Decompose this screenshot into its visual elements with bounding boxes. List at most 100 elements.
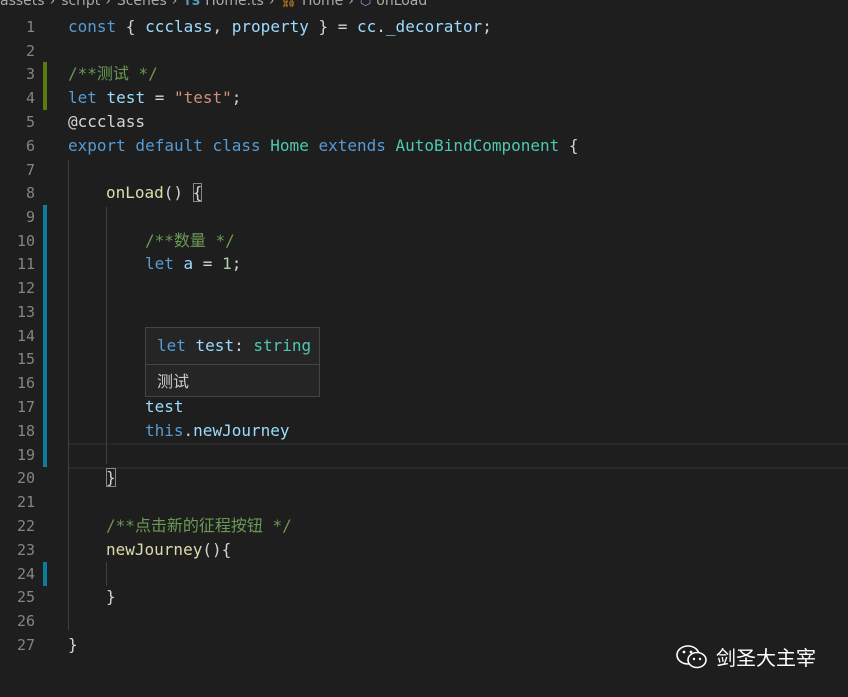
breadcrumb-item-class[interactable]: Home — [302, 0, 343, 9]
code-line[interactable]: 3 /**测试 */ — [0, 62, 848, 86]
wechat-watermark: 剑圣大主宰 — [676, 642, 816, 671]
code-line[interactable]: 4 let test = "test"; — [0, 86, 848, 110]
git-modified-marker[interactable] — [43, 300, 47, 324]
code-line[interactable]: 23 newJourney(){ — [0, 538, 848, 562]
code-line[interactable]: 7 — [0, 158, 848, 182]
code-line[interactable]: 25 } — [0, 585, 848, 609]
line-number: 20 — [16, 469, 35, 487]
code-line[interactable]: 9 — [0, 205, 848, 229]
code-line[interactable]: 2 — [0, 39, 848, 63]
git-modified-marker[interactable] — [43, 276, 47, 300]
git-modified-marker[interactable] — [43, 562, 47, 586]
git-modified-marker[interactable] — [43, 371, 47, 395]
code-line[interactable]: 20 } — [0, 466, 848, 490]
code-line[interactable]: 13 — [0, 300, 848, 324]
line-number: 23 — [16, 541, 35, 559]
code-line[interactable]: 6 export default class Home extends Auto… — [0, 134, 848, 158]
code-text[interactable]: @ccclass — [68, 110, 145, 134]
line-number: 1 — [25, 18, 35, 36]
chevron-right-icon: › — [348, 0, 354, 9]
code-text[interactable]: newJourney(){ — [106, 538, 231, 562]
code-text[interactable]: this.newJourney — [145, 419, 290, 443]
chevron-right-icon: › — [49, 0, 56, 9]
git-modified-marker[interactable] — [43, 419, 47, 443]
code-line[interactable]: 1 const { ccclass, property } = cc._deco… — [0, 15, 848, 39]
breadcrumb-item-scenes[interactable]: Scenes — [117, 0, 167, 9]
line-number: 9 — [25, 208, 35, 226]
code-text[interactable]: const { ccclass, property } = cc._decora… — [68, 15, 492, 39]
wechat-icon — [676, 644, 707, 668]
line-number: 24 — [16, 565, 35, 583]
code-line[interactable]: 24 — [0, 562, 848, 586]
line-number: 6 — [25, 137, 35, 155]
class-symbol-icon: ⛓ — [280, 0, 297, 9]
line-number: 15 — [16, 350, 35, 368]
git-modified-marker[interactable] — [43, 443, 47, 467]
comment[interactable]: /**测试 */ — [68, 62, 158, 86]
matching-bracket: { — [192, 183, 203, 202]
hover-signature: let test: string — [146, 328, 319, 365]
chevron-right-icon: › — [268, 0, 275, 9]
line-number: 10 — [16, 232, 35, 250]
breadcrumb-item-script[interactable]: script — [61, 0, 100, 9]
code-editor[interactable]: assets › script › Scenes › TS Home.ts › … — [0, 0, 848, 697]
line-number: 19 — [16, 446, 35, 464]
code-line[interactable]: 26 — [0, 609, 848, 633]
line-number: 14 — [16, 327, 35, 345]
code-line[interactable]: 11 let a = 1; — [0, 252, 848, 276]
code-line[interactable]: 18 this.newJourney — [0, 419, 848, 443]
code-line[interactable]: 8 onLoad() { — [0, 181, 848, 205]
code-line[interactable]: 17 test — [0, 395, 848, 419]
code-text[interactable]: onLoad() { — [106, 181, 203, 205]
hover-documentation: 测试 — [157, 372, 190, 391]
code-text[interactable]: } — [106, 585, 116, 609]
line-number: 26 — [16, 612, 35, 630]
code-line[interactable]: 5 @ccclass — [0, 110, 848, 134]
line-number: 7 — [25, 161, 35, 179]
code-line[interactable]: 22 /**点击新的征程按钮 */ — [0, 514, 848, 538]
git-modified-marker[interactable] — [43, 205, 47, 229]
git-added-marker[interactable] — [43, 86, 47, 110]
chevron-right-icon: › — [105, 0, 111, 9]
method-symbol-icon: ⬡ — [359, 0, 372, 9]
code-text[interactable]: export default class Home extends AutoBi… — [68, 134, 579, 158]
git-modified-marker[interactable] — [43, 229, 47, 253]
code-text[interactable]: let test = "test"; — [68, 86, 241, 110]
code-line[interactable]: 15 — [0, 347, 848, 371]
code-line[interactable]: 21 — [0, 490, 848, 514]
line-number: 2 — [25, 42, 35, 60]
git-added-marker[interactable] — [43, 62, 47, 86]
chevron-right-icon: › — [171, 0, 178, 9]
git-modified-marker[interactable] — [43, 324, 47, 348]
typescript-file-icon: TS — [183, 0, 201, 8]
line-number: 22 — [16, 517, 35, 535]
line-number: 4 — [25, 89, 35, 107]
code-line[interactable]: 12 — [0, 276, 848, 300]
code-line[interactable]: 19 — [0, 443, 848, 467]
code-line[interactable]: 10 /**数量 */ — [0, 229, 848, 253]
line-number: 12 — [16, 279, 35, 297]
comment[interactable]: /**点击新的征程按钮 */ — [106, 514, 292, 538]
git-modified-marker[interactable] — [43, 395, 47, 419]
breadcrumb-item-method[interactable]: onLoad — [376, 0, 427, 9]
line-number: 18 — [16, 422, 35, 440]
code-text[interactable]: } — [68, 633, 78, 657]
hover-tooltip[interactable]: let test: string 测试 — [145, 327, 320, 397]
code-line[interactable]: 14 — [0, 324, 848, 348]
git-modified-marker[interactable] — [43, 252, 47, 276]
hovered-identifier[interactable]: test — [145, 395, 184, 419]
code-text[interactable]: } — [106, 466, 116, 490]
breadcrumb-item-assets[interactable]: assets — [0, 0, 45, 9]
line-number: 27 — [16, 636, 35, 654]
comment[interactable]: /**数量 */ — [145, 229, 235, 253]
watermark-text: 剑圣大主宰 — [716, 646, 816, 670]
line-number: 25 — [16, 588, 35, 606]
line-number: 21 — [16, 493, 35, 511]
matching-bracket: } — [106, 468, 116, 487]
breadcrumb-item-file[interactable]: Home.ts — [205, 0, 264, 9]
code-text[interactable]: let a = 1; — [145, 252, 241, 276]
git-modified-marker[interactable] — [43, 347, 47, 371]
line-number: 5 — [25, 113, 35, 131]
code-line[interactable]: 16 — [0, 371, 848, 395]
breadcrumb: assets › script › Scenes › TS Home.ts › … — [0, 0, 427, 11]
